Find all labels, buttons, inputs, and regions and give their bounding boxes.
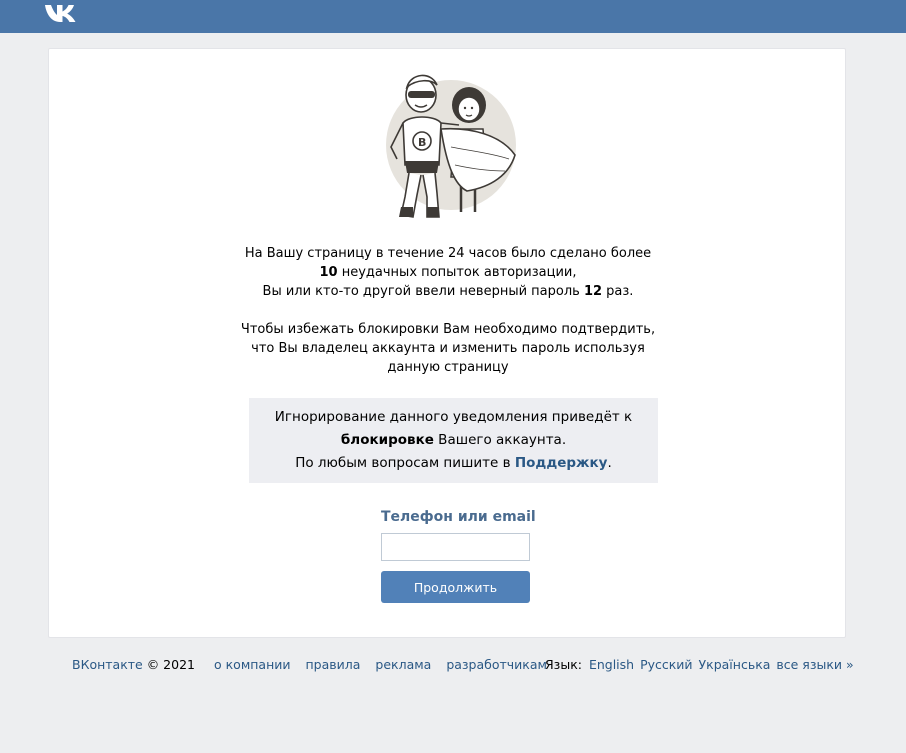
message-line-6: данную страницу: [387, 360, 509, 375]
message-line-5: что Вы владелец аккаунта и изменить паро…: [251, 341, 645, 356]
vk-logo-icon[interactable]: [44, 2, 77, 24]
language-ukrainian[interactable]: Українська: [699, 657, 771, 672]
language-english[interactable]: English: [589, 657, 634, 672]
superhero-couple-illustration: B: [386, 74, 516, 218]
language-all[interactable]: все языки »: [776, 657, 853, 672]
language-label: Язык:: [545, 657, 582, 672]
notice-line-2-text: Вашего аккаунта.: [433, 432, 567, 448]
page-footer: ВКонтакте © 2021 о компании правила рекл…: [0, 655, 906, 675]
footer-link-ads[interactable]: реклама: [375, 657, 431, 672]
message-line-2-text: неудачных попыток авторизации,: [337, 265, 577, 280]
message-line-2: 10 неудачных попыток авторизации,: [49, 263, 847, 282]
notice-line-2: блокировке Вашего аккаунта.: [249, 429, 658, 452]
copyright: ВКонтакте © 2021: [72, 655, 195, 675]
message-line-3-end: раз.: [602, 284, 634, 299]
message-line-3: Вы или кто-то другой ввели неверный паро…: [49, 282, 847, 301]
notice-line-3: По любым вопросам пишите в Поддержку.: [249, 452, 658, 475]
notice-line-3-end: .: [607, 455, 612, 471]
main-card: B На Вашу страницу в течение 24 часов бы…: [48, 48, 846, 638]
vk-brand-link[interactable]: ВКонтакте: [72, 657, 143, 672]
wrong-password-count: 12: [583, 284, 603, 299]
footer-links: о компании правила реклама разработчикам: [214, 655, 558, 675]
continue-button[interactable]: Продолжить: [381, 571, 530, 603]
support-link[interactable]: Поддержку: [515, 455, 608, 471]
language-russian[interactable]: Русский: [640, 657, 692, 672]
message-line-3-text: Вы или кто-то другой ввели неверный паро…: [262, 284, 584, 299]
blocking-notice: Игнорирование данного уведомления привед…: [249, 398, 658, 483]
copyright-year: © 2021: [142, 657, 195, 672]
message-line-4: Чтобы избежать блокировки Вам необходимо…: [240, 322, 656, 337]
notice-line-1: Игнорирование данного уведомления привед…: [274, 409, 633, 425]
svg-text:B: B: [418, 136, 426, 149]
warning-message: На Вашу страницу в течение 24 часов было…: [49, 244, 847, 377]
message-line-1: На Вашу страницу в течение 24 часов было…: [244, 246, 652, 261]
phone-email-label: Телефон или email: [381, 509, 536, 525]
notice-line-3-text: По любым вопросам пишите в: [295, 455, 515, 471]
footer-link-rules[interactable]: правила: [306, 657, 361, 672]
footer-link-about[interactable]: о компании: [214, 657, 291, 672]
top-header: [0, 0, 906, 33]
phone-email-input[interactable]: [381, 533, 530, 561]
attempts-count: 10: [319, 265, 338, 280]
language-selector: Язык: English Русский Українська все язы…: [545, 655, 856, 675]
footer-link-developers[interactable]: разработчикам: [446, 657, 547, 672]
notice-bold-word: блокировке: [340, 432, 434, 448]
login-form: Телефон или email Продолжить: [381, 506, 536, 603]
